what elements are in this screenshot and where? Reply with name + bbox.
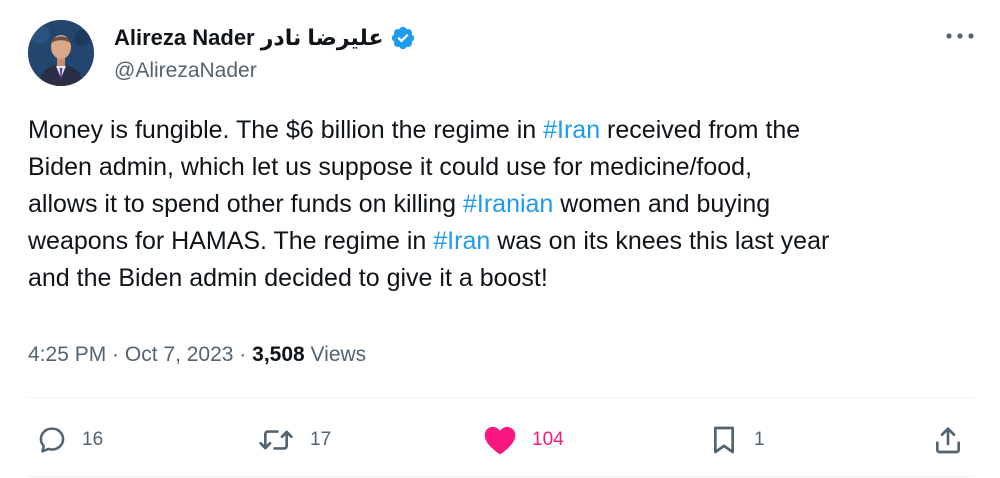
tweet-text-line: allows it to spend other funds on killin… (28, 186, 978, 223)
author-display-name[interactable]: Alireza Nader عليرضا نادر (114, 24, 384, 52)
hashtag-link[interactable]: #Iran (543, 116, 600, 144)
meta-separator: · (233, 343, 253, 366)
tweet-meta: 4:25 PM · Oct 7, 2023 · 3,508 Views (28, 340, 366, 370)
hashtag-link[interactable]: #Iran (433, 227, 490, 255)
tweet-text: Money is fungible. The $6 billion the re… (28, 112, 978, 297)
tweet-date[interactable]: Oct 7, 2023 (125, 343, 234, 366)
tweet-text-segment: weapons for HAMAS. The regime in (28, 227, 434, 255)
tweet-text-segment: women and buying (553, 190, 771, 218)
avatar[interactable] (28, 20, 94, 86)
like-button[interactable]: 104 (482, 418, 564, 462)
heart-filled-icon (484, 426, 516, 455)
reply-button[interactable]: 16 (36, 418, 103, 462)
retweet-button[interactable]: 17 (256, 418, 331, 462)
tweet-text-segment: Money is fungible. The $6 billion the re… (28, 116, 544, 144)
bookmark-button[interactable]: 1 (708, 418, 765, 462)
author-name-row: Alireza Nader عليرضا نادر (114, 24, 416, 52)
author-handle[interactable]: @AlirezaNader (114, 58, 257, 84)
tweet-text-line: and the Biden admin decided to give it a… (28, 260, 978, 297)
views-count: 3,508 (252, 343, 305, 366)
more-horizontal-icon (946, 33, 974, 39)
tweet-card: Alireza Nader عليرضا نادر @AlirezaNader … (0, 0, 1000, 478)
retweet-icon (259, 430, 293, 450)
share-button[interactable] (932, 418, 964, 462)
bookmark-count: 1 (754, 429, 765, 450)
reply-count: 16 (82, 429, 104, 450)
tweet-text-line: Biden admin, which let us suppose it cou… (28, 149, 978, 186)
tweet-text-segment: allows it to spend other funds on killin… (28, 190, 463, 218)
tweet-text-segment: and the Biden admin decided to give it a… (28, 264, 548, 292)
action-bar: 16 17 104 1 (28, 418, 974, 462)
verified-badge-icon[interactable] (390, 25, 416, 51)
divider (28, 397, 974, 398)
retweet-count: 17 (310, 429, 332, 450)
divider (28, 476, 974, 477)
like-count: 104 (532, 429, 564, 450)
hashtag-link[interactable]: #Iranian (463, 190, 553, 218)
bookmark-icon (714, 426, 734, 454)
tweet-time[interactable]: 4:25 PM (28, 343, 106, 366)
tweet-text-segment: received from the (600, 116, 801, 144)
more-options-button[interactable] (942, 22, 978, 50)
views-label: Views (304, 343, 367, 366)
tweet-text-segment: was on its knees this last year (490, 227, 830, 255)
tweet-text-line: weapons for HAMAS. The regime in #Iran w… (28, 223, 978, 260)
share-icon (936, 427, 960, 454)
tweet-text-line: Money is fungible. The $6 billion the re… (28, 112, 978, 149)
meta-separator: · (106, 343, 125, 366)
tweet-text-segment: Biden admin, which let us suppose it cou… (28, 153, 753, 181)
reply-icon (39, 427, 65, 453)
